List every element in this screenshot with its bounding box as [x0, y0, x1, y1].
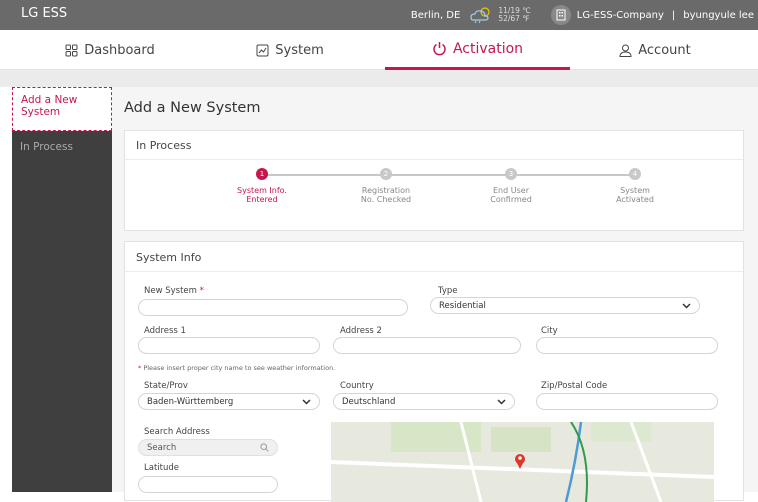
map-graphic: [331, 422, 714, 502]
new-system-label: New System *: [144, 286, 204, 296]
latitude-label: Latitude: [144, 463, 179, 473]
user-icon: [619, 44, 632, 57]
process-card-title: In Process: [125, 131, 743, 160]
zip-input[interactable]: [536, 393, 718, 410]
type-select[interactable]: Residential: [430, 297, 700, 314]
user-name[interactable]: byungyule lee: [683, 10, 754, 21]
step-1-indicator: 1: [256, 168, 268, 180]
tab-dashboard-label: Dashboard: [84, 42, 155, 58]
tab-activation[interactable]: Activation: [385, 30, 570, 70]
chevron-down-icon: [682, 302, 691, 309]
step-2-indicator: 2: [380, 168, 392, 180]
tab-account[interactable]: Account: [605, 30, 705, 70]
state-select[interactable]: Baden-Württemberg: [138, 393, 320, 410]
brand-logo[interactable]: LG ESS: [21, 6, 67, 21]
latitude-input[interactable]: [138, 476, 278, 493]
type-value: Residential: [439, 300, 486, 311]
tab-account-label: Account: [638, 42, 691, 58]
company-name[interactable]: LG-ESS-Company: [577, 10, 664, 21]
city-note: * Please insert proper city name to see …: [138, 364, 336, 372]
step-3-indicator: 3: [505, 168, 517, 180]
system-info-title: System Info: [125, 242, 743, 272]
tab-activation-label: Activation: [452, 40, 524, 57]
header-divider-band: [0, 70, 758, 87]
temp-fahrenheit: 52/67 ℉: [498, 14, 530, 23]
step-1-label: System Info. Entered: [237, 186, 287, 204]
tab-system-label: System: [275, 42, 324, 58]
sidebar-item-add-new-system[interactable]: Add a New System: [12, 87, 112, 131]
separator: |: [671, 9, 676, 21]
search-placeholder: Search: [147, 442, 177, 453]
new-system-input[interactable]: [138, 299, 408, 316]
tab-system[interactable]: System: [245, 30, 335, 70]
search-address-input[interactable]: Search: [138, 439, 278, 456]
zip-label: Zip/Postal Code: [541, 381, 608, 391]
type-label: Type: [438, 286, 458, 296]
temperature-readout: 11/19 ℃ 52/67 ℉: [498, 7, 530, 23]
top-right-info: Berlin, DE 11/19 ℃ 52/67 ℉ LG-ESS-Compan…: [411, 0, 754, 30]
chevron-down-icon: [302, 398, 311, 405]
chart-icon: [256, 44, 269, 56]
process-card: In Process 1 2 3 4 System Info. Entered R…: [124, 130, 744, 231]
search-address-label: Search Address: [144, 427, 210, 437]
address1-label: Address 1: [144, 326, 186, 336]
country-value: Deutschland: [342, 396, 396, 407]
state-label: State/Prov: [144, 381, 188, 391]
step-4-indicator: 4: [629, 168, 641, 180]
step-2-label: Registration No. Checked: [360, 186, 412, 204]
tab-dashboard[interactable]: Dashboard: [60, 30, 160, 70]
building-icon: [550, 5, 571, 25]
step-4-label: System Activated: [616, 186, 654, 204]
address2-label: Address 2: [340, 326, 382, 336]
page-title: Add a New System: [124, 100, 261, 116]
chevron-down-icon: [497, 398, 506, 405]
sidebar-item-in-process[interactable]: In Process: [20, 141, 73, 153]
address2-input[interactable]: [333, 337, 521, 354]
power-icon: [433, 42, 446, 56]
state-value: Baden-Württemberg: [147, 396, 234, 407]
main-content: Add a New System In Process 1 2 3 4 Syst…: [112, 87, 758, 502]
location-text: Berlin, DE: [410, 9, 461, 21]
country-label: Country: [340, 381, 374, 391]
city-input[interactable]: [536, 337, 718, 354]
main-navigation: Dashboard System Activation Account: [0, 30, 758, 70]
search-icon: [260, 443, 269, 452]
grid-icon: [65, 44, 78, 56]
country-select[interactable]: Deutschland: [333, 393, 515, 410]
location-map[interactable]: [331, 422, 714, 502]
step-3-label: End User Confirmed: [490, 186, 532, 204]
partly-cloudy-rain-icon: [470, 7, 490, 24]
system-info-card: System Info New System * Type Residentia…: [124, 241, 744, 502]
city-label: City: [541, 326, 558, 336]
address1-input[interactable]: [138, 337, 320, 354]
sidebar: Add a New System In Process: [12, 87, 112, 492]
top-bar: LG ESS Berlin, DE 11/19 ℃ 52/67 ℉ LG-ESS…: [0, 0, 758, 30]
progress-line: [262, 174, 635, 176]
